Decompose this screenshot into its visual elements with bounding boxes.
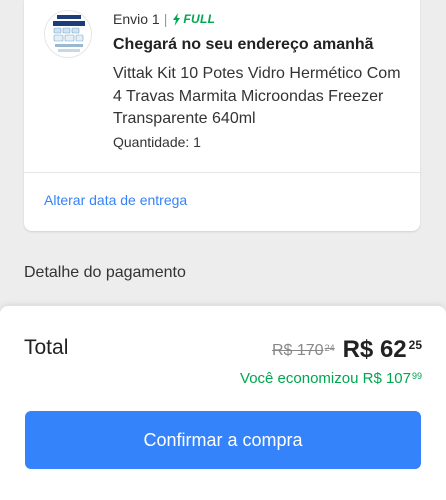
confirm-purchase-button[interactable]: Confirmar a compra (25, 411, 421, 469)
final-price-main: R$ 62 (342, 336, 407, 363)
full-badge: FULL (172, 12, 215, 26)
original-price: R$ 170 24 (272, 342, 335, 360)
payment-detail-title: Detalhe do pagamento (24, 264, 186, 281)
total-label: Total (24, 336, 69, 359)
savings-text: Você economizou R$ 107 99 (240, 370, 422, 387)
shipment-label: Envio 1 (113, 11, 160, 27)
final-price: R$ 62 25 (343, 336, 422, 364)
order-summary-panel: Total R$ 170 24 R$ 62 25 Você economizou… (0, 306, 446, 500)
shipment-separator: | (163, 11, 168, 27)
original-price-cents: 24 (324, 343, 335, 353)
lightning-icon (173, 12, 181, 26)
card-divider (24, 172, 420, 173)
final-price-cents: 25 (408, 338, 422, 352)
product-title: Vittak Kit 10 Potes Vidro Hermético Com … (113, 65, 401, 127)
original-price-main: R$ 170 (271, 342, 324, 359)
shipment-card: Envio 1 | FULL Chegará no seu endereço a… (24, 0, 420, 231)
price-block: R$ 170 24 R$ 62 25 (272, 336, 422, 364)
full-badge-text: FULL (183, 12, 216, 26)
product-quantity: Quantidade: 1 (113, 134, 201, 150)
savings-main: Você economizou R$ 107 (240, 370, 411, 387)
savings-cents: 99 (411, 371, 422, 381)
change-delivery-date-link[interactable]: Alterar data de entrega (44, 192, 187, 208)
arrival-estimate: Chegará no seu endereço amanhã (113, 36, 374, 53)
shipment-header: Envio 1 | FULL (113, 11, 215, 27)
product-thumbnail (44, 10, 92, 58)
